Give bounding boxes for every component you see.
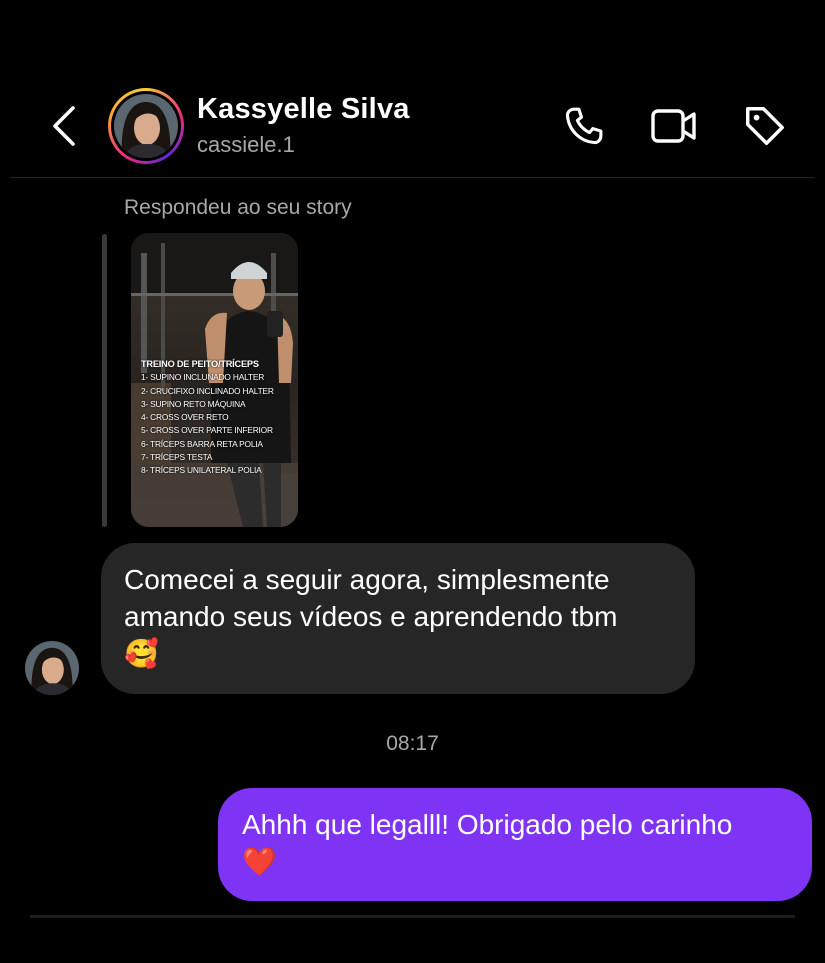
header-divider bbox=[10, 177, 815, 178]
tag-icon bbox=[746, 107, 784, 145]
story-thumbnail[interactable]: TREINO DE PEITO/TRÍCEPS 1- SUPINO INCLUN… bbox=[131, 233, 298, 527]
chat-header: Kassyelle Silva cassiele.1 bbox=[0, 0, 825, 178]
story-item: 2- CRUCIFIXO INCLINADO HALTER bbox=[141, 385, 274, 396]
avatar-photo bbox=[114, 94, 178, 158]
incoming-message-bubble[interactable]: Comecei a seguir agora, simplesmente ama… bbox=[101, 543, 695, 694]
audio-call-button[interactable] bbox=[560, 102, 608, 150]
sender-avatar[interactable] bbox=[25, 641, 79, 695]
story-item: 7- TRÍCEPS TESTA bbox=[141, 452, 213, 463]
story-item: 4- CROSS OVER RETO bbox=[141, 412, 229, 423]
message-text: Ahhh que legalll! Obrigado pelo carinho bbox=[242, 809, 733, 840]
story-item: 6- TRÍCEPS BARRA RETA POLIA bbox=[141, 438, 263, 449]
video-call-button[interactable] bbox=[650, 102, 698, 150]
video-camera-icon bbox=[651, 109, 696, 143]
red-heart-emoji: ❤️ bbox=[242, 846, 277, 877]
contact-name[interactable]: Kassyelle Silva bbox=[197, 93, 410, 126]
smiling-face-hearts-emoji: 🥰 bbox=[124, 638, 159, 669]
story-item: 8- TRÍCEPS UNILATERAL POLIA bbox=[141, 465, 262, 476]
story-reply-caption: Respondeu ao seu story bbox=[124, 196, 352, 219]
story-item: 5- CROSS OVER PARTE INFERIOR bbox=[141, 425, 273, 436]
outgoing-message-bubble[interactable]: Ahhh que legalll! Obrigado pelo carinho … bbox=[218, 788, 812, 901]
story-title: TREINO DE PEITO/TRÍCEPS bbox=[141, 359, 259, 369]
phone-icon bbox=[565, 107, 603, 145]
story-workout-text: TREINO DE PEITO/TRÍCEPS 1- SUPINO INCLUN… bbox=[141, 358, 274, 478]
back-chevron-icon bbox=[53, 106, 75, 146]
message-timestamp: 08:17 bbox=[386, 732, 439, 755]
contact-avatar[interactable] bbox=[108, 88, 184, 164]
back-button[interactable] bbox=[44, 104, 84, 148]
story-reply-bar bbox=[102, 234, 107, 527]
contact-username[interactable]: cassiele.1 bbox=[197, 132, 295, 158]
message-text: Comecei a seguir agora, simplesmente ama… bbox=[124, 564, 618, 632]
tag-button[interactable] bbox=[741, 102, 789, 150]
composer-top-edge bbox=[30, 915, 795, 918]
story-item: 1- SUPINO INCLUNADO HALTER bbox=[141, 372, 265, 383]
story-item: 3- SUPINO RETO MÁQUINA bbox=[141, 398, 246, 409]
